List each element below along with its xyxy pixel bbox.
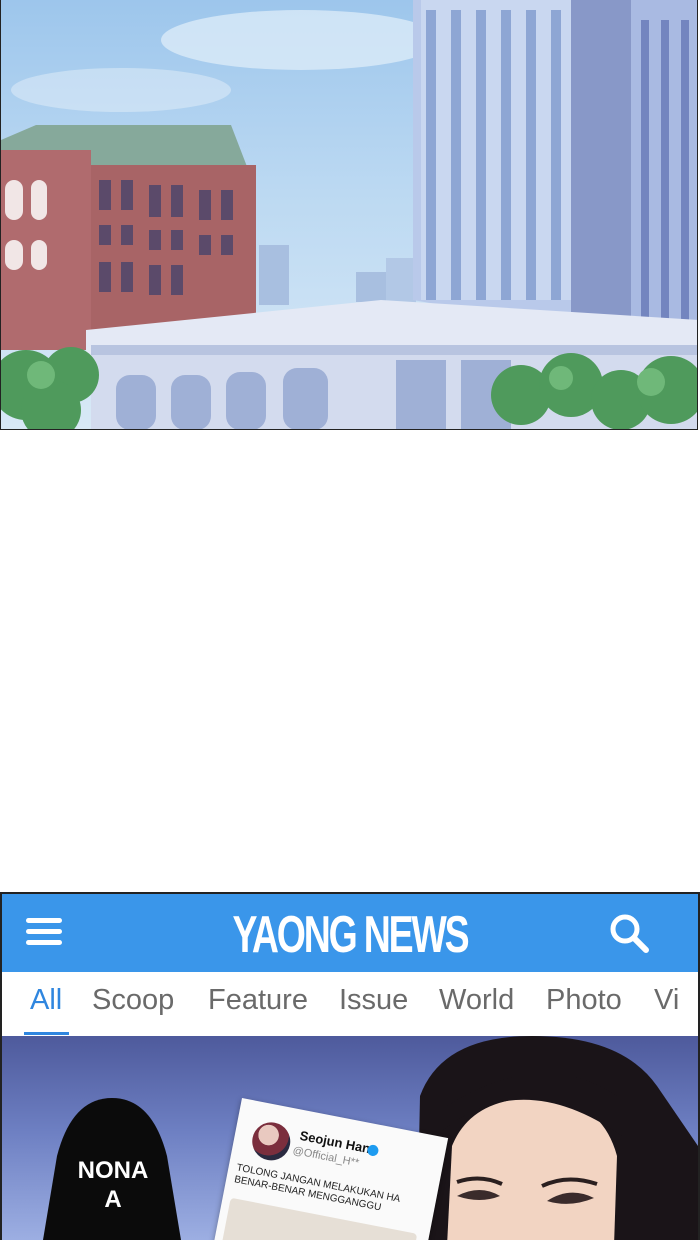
comic-panel-cityscape bbox=[0, 0, 698, 430]
tab-feature[interactable]: Feature bbox=[208, 984, 308, 1017]
app-title: YAONG NEWS bbox=[232, 906, 470, 964]
category-tab-bar: All Scoop Feature Issue World Photo Vi bbox=[2, 972, 698, 1037]
search-icon[interactable] bbox=[606, 910, 652, 956]
hamburger-menu-icon[interactable] bbox=[22, 912, 68, 952]
article-hero-image[interactable]: NONA A Seojun Han @Official_H** TOLONG J… bbox=[2, 1036, 698, 1240]
tab-photo[interactable]: Photo bbox=[546, 984, 622, 1017]
app-header: YAONG NEWS bbox=[2, 894, 698, 972]
speech-label-nona: NONA A bbox=[64, 1156, 162, 1214]
tab-scoop[interactable]: Scoop bbox=[92, 984, 174, 1017]
active-tab-indicator bbox=[24, 1032, 69, 1035]
tab-issue[interactable]: Issue bbox=[339, 984, 408, 1017]
speech-label-text: NONA A bbox=[77, 1157, 149, 1213]
tab-world[interactable]: World bbox=[439, 984, 514, 1017]
news-app-screen: YAONG NEWS All Scoop Feature Issue World… bbox=[0, 892, 700, 1240]
tab-video[interactable]: Vi bbox=[654, 984, 679, 1017]
cityscape-illustration bbox=[1, 0, 697, 429]
tab-all[interactable]: All bbox=[30, 984, 62, 1017]
avatar bbox=[248, 1119, 294, 1164]
